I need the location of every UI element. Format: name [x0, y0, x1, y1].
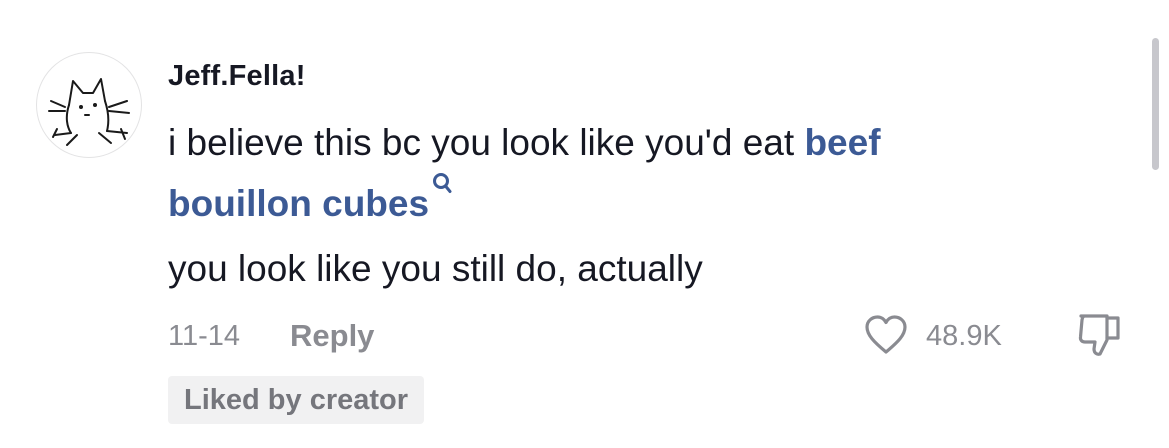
search-icon[interactable] — [431, 172, 453, 196]
comment-text-line-1: i believe this bc you look like you'd ea… — [168, 114, 1103, 172]
comment-date: 11-14 — [168, 320, 241, 352]
reply-button[interactable]: Reply — [290, 318, 374, 354]
comment-text-line-3: you look like you still do, actually — [168, 248, 703, 289]
like-count: 48.9K — [926, 320, 1002, 352]
comment-text-prefix: i believe this bc you look like you'd ea… — [168, 122, 805, 163]
comment-text: i believe this bc you look like you'd ea… — [168, 114, 1103, 233]
thumbs-down-icon[interactable] — [1072, 308, 1128, 364]
liked-by-creator-badge: Liked by creator — [168, 376, 425, 424]
comment-text-line-2: bouillon cubes — [168, 172, 1103, 233]
search-link-part-1[interactable]: beef — [804, 122, 880, 163]
cat-avatar-icon — [48, 78, 130, 146]
comment-item: Jeff.Fella! i believe this bc you look l… — [0, 0, 1169, 448]
heart-icon[interactable] — [862, 312, 910, 358]
search-link-part-2[interactable]: bouillon cubes — [168, 183, 429, 224]
user-avatar[interactable] — [36, 52, 142, 158]
scrollbar[interactable] — [1152, 38, 1159, 170]
comment-username[interactable]: Jeff.Fella! — [168, 60, 306, 93]
